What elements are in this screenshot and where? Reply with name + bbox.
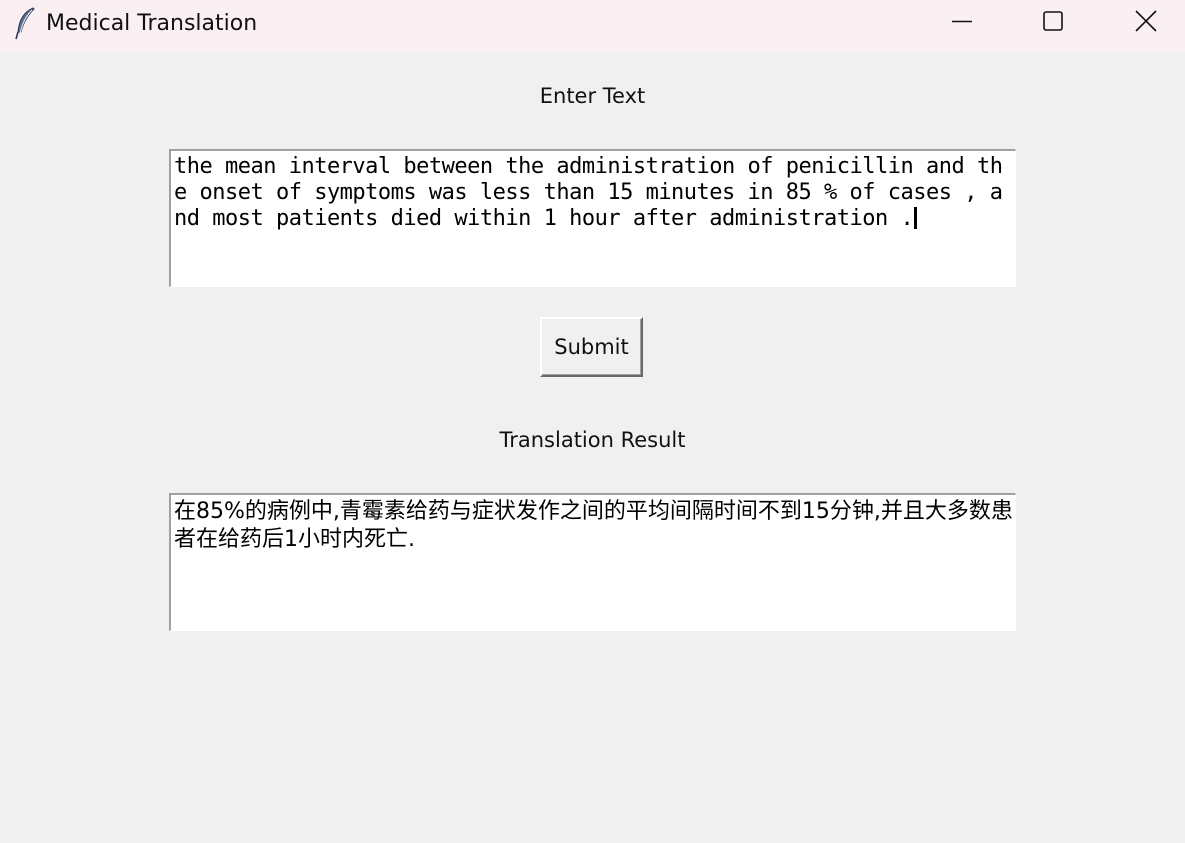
minimize-button[interactable] xyxy=(916,0,1008,44)
title-bar[interactable]: Medical Translation xyxy=(0,0,1185,52)
input-text-area[interactable]: the mean interval between the administra… xyxy=(169,149,1016,287)
enter-text-label: Enter Text xyxy=(539,84,646,108)
submit-button[interactable]: Submit xyxy=(540,317,643,377)
translation-output-value: 在85%的病例中,青霉素给药与症状发作之间的平均间隔时间不到15分钟,并且大多数… xyxy=(174,499,1013,552)
maximize-button[interactable] xyxy=(1007,0,1099,44)
input-text-content: the mean interval between the administra… xyxy=(174,154,1014,232)
translation-output-area[interactable]: 在85%的病例中,青霉素给药与症状发作之间的平均间隔时间不到15分钟,并且大多数… xyxy=(169,493,1016,631)
close-button[interactable] xyxy=(1099,0,1185,44)
input-text-value: the mean interval between the administra… xyxy=(174,154,1003,231)
translation-result-label: Translation Result xyxy=(499,428,686,452)
app-window: Medical Translation Enter Text the mean … xyxy=(0,0,1185,843)
feather-icon xyxy=(12,6,38,40)
window-title: Medical Translation xyxy=(46,11,258,36)
text-caret xyxy=(914,207,918,229)
